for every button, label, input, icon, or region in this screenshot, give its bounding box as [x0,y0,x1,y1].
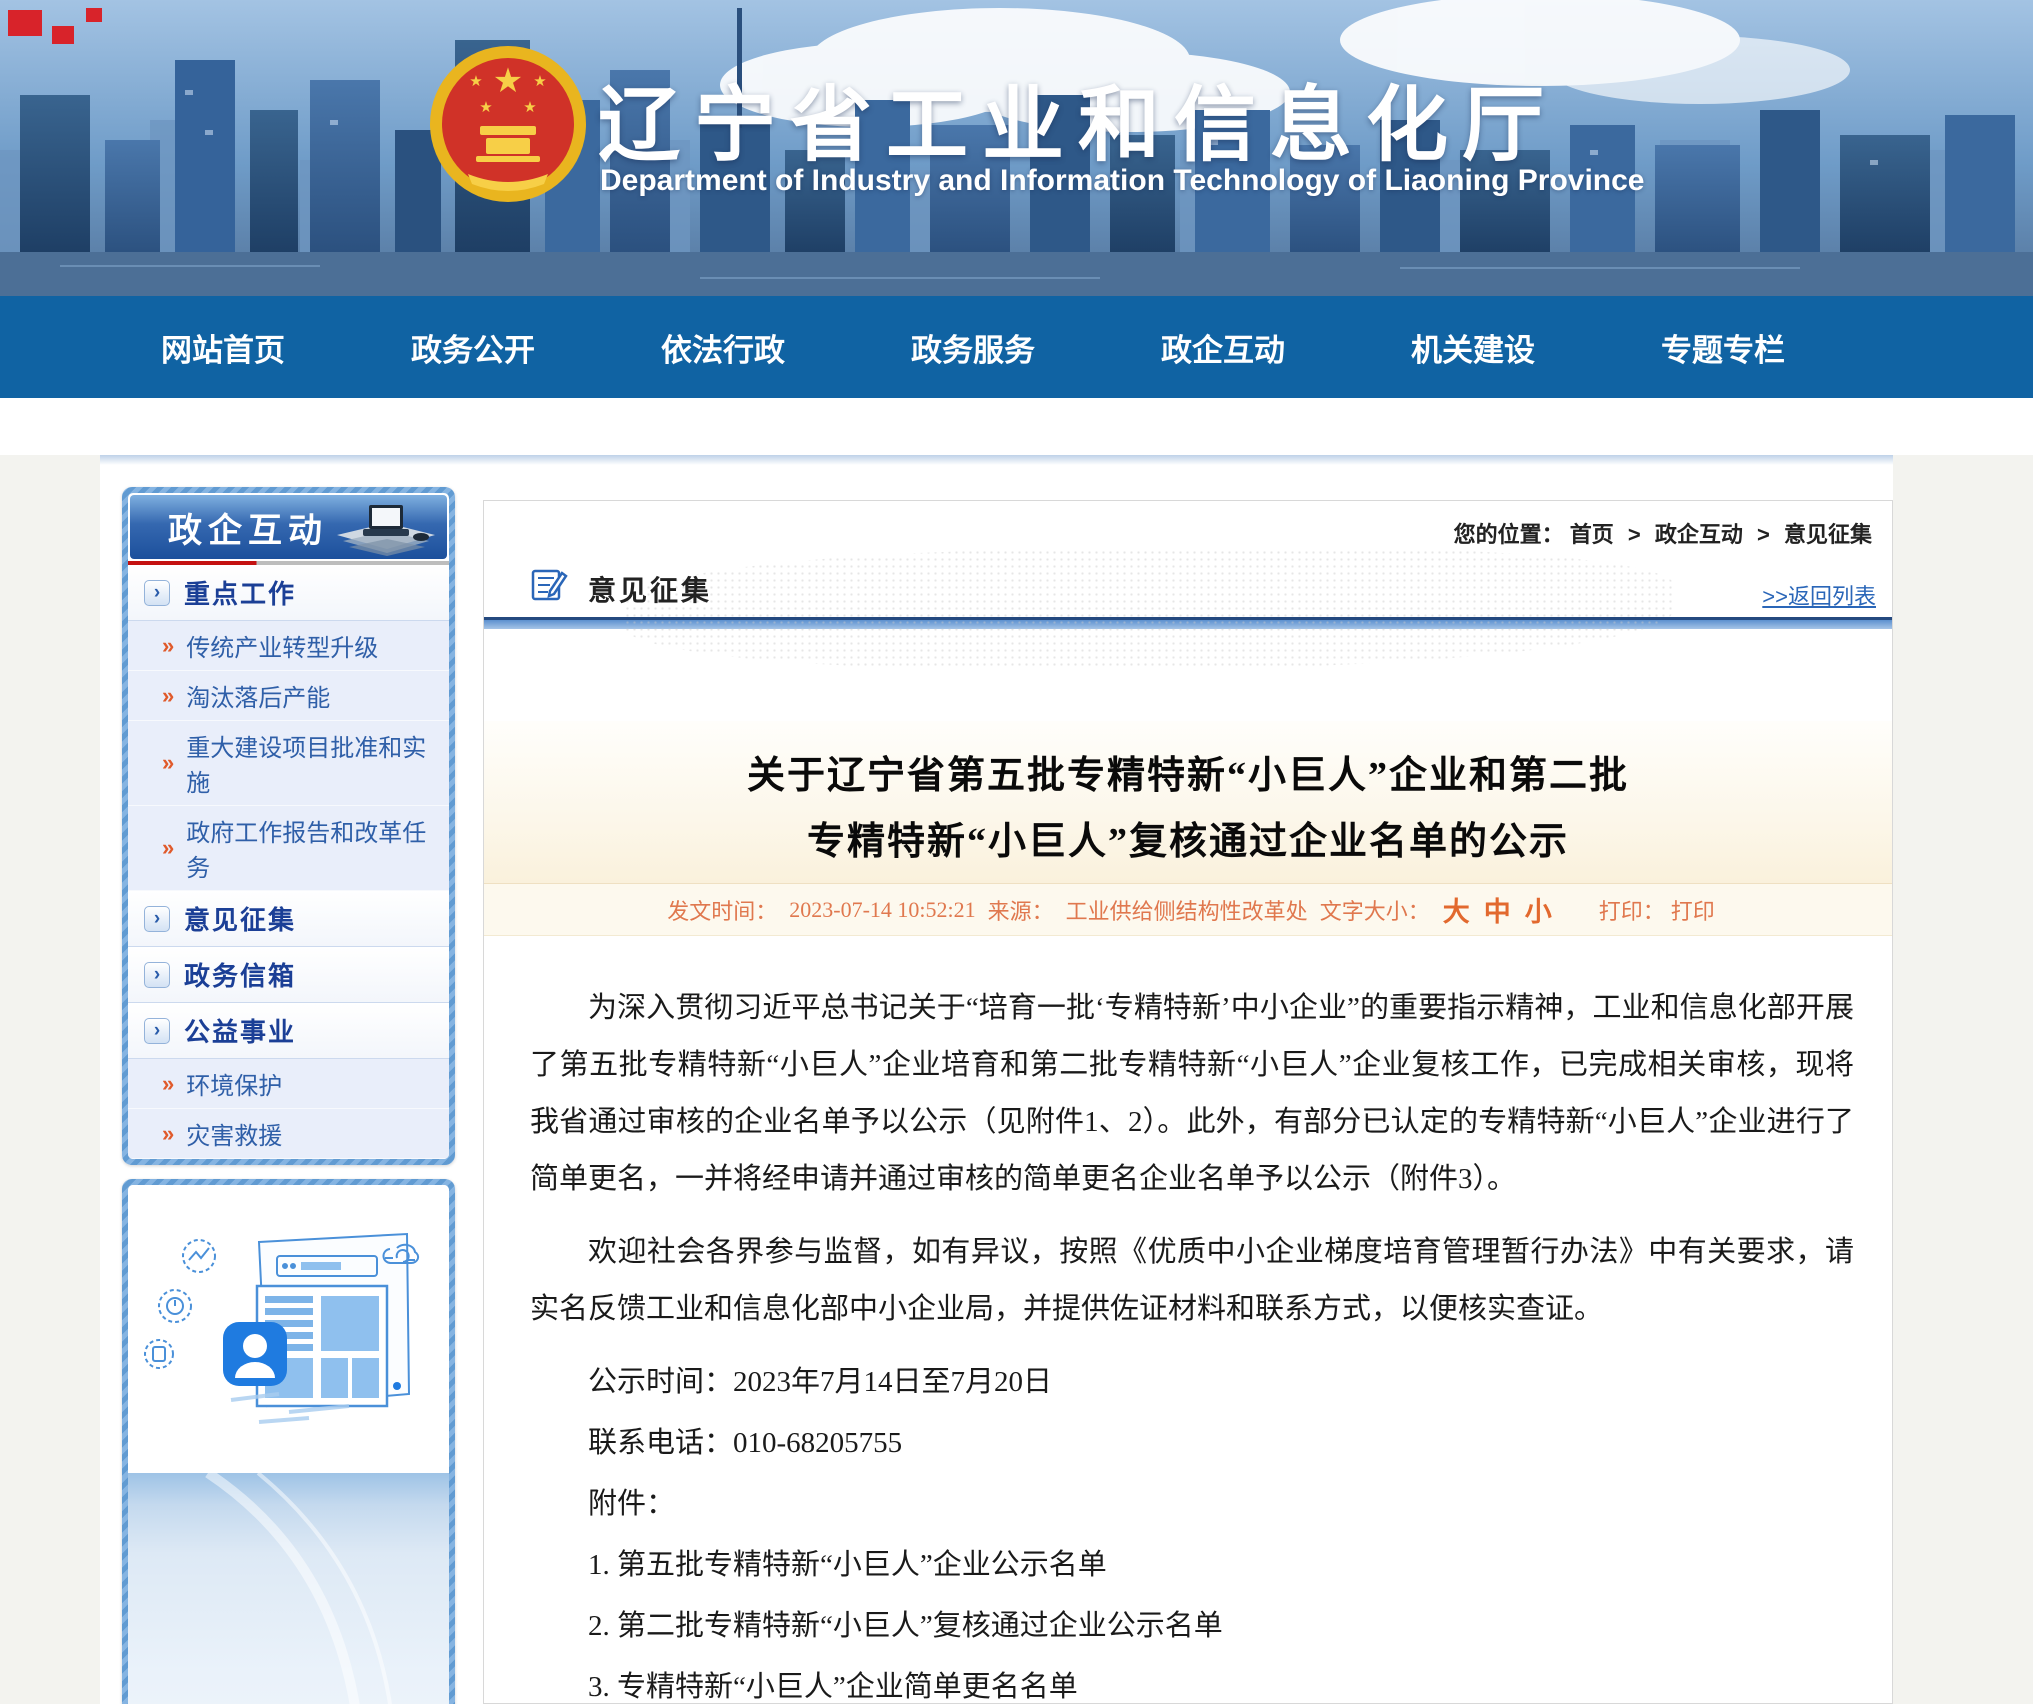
back-to-list-link[interactable]: >>返回列表 [1762,579,1876,611]
divider [484,620,1892,629]
article-title-block: 关于辽宁省第五批专精特新“小巨人”企业和第二批 专精特新“小巨人”复核通过企业名… [484,721,1892,884]
contact-phone: 联系电话：010-68205755 [530,1415,1854,1472]
sidebar: 政企互动 › 重点工作 [122,487,455,1704]
attachment-item-1[interactable]: 1. 第五批专精特新“小巨人”企业公示名单 [530,1537,1854,1594]
fontsize-large-button[interactable]: 大 [1443,890,1470,929]
chevron-right-icon: › [144,962,170,988]
double-arrow-icon: » [162,633,174,659]
sidebar-illustration-box [122,1179,455,1704]
svg-text:★: ★ [533,73,546,90]
fontsize-label: 文字大小： [1320,894,1430,926]
sidebar-menu-box: 政企互动 › 重点工作 [122,487,455,1165]
site-banner: ★ ★ ★ ★ ★ 辽宁省工业和信息化厅 Department of Indus… [0,0,2033,296]
publish-time-label: 发文时间： [667,894,777,926]
nav-item-law-admin[interactable]: 依法行政 [598,325,848,370]
breadcrumb-separator: > [1757,522,1770,547]
section-title: 意见征集 [588,569,712,609]
site-title: 辽宁省工业和信息化厅 [598,58,1558,177]
chevron-right-icon: › [144,580,170,606]
publicity-period: 公示时间：2023年7月14日至7月20日 [530,1354,1854,1411]
print-label: 打印： [1599,894,1665,926]
sidebar-item-major-projects[interactable]: » 重大建设项目批准和实施 [128,721,449,806]
sidebar-header-title: 政企互动 [130,503,328,552]
page-background: 政企互动 › 重点工作 [0,455,2033,1704]
computer-desk-icon [317,501,437,557]
section-header: 意见征集 >>返回列表 [484,549,1892,613]
breadcrumb-gov-enterprise[interactable]: 政企互动 [1655,522,1743,547]
breadcrumb-separator: > [1628,522,1641,547]
article-title-line2: 专精特新“小巨人”复核通过企业名单的公示 [484,809,1892,875]
svg-text:★: ★ [479,99,492,116]
sidebar-item-gov-mailbox[interactable]: › 政务信箱 [128,947,449,1003]
breadcrumb-prefix: 您的位置： [1454,522,1564,547]
web-service-illustration [139,1194,439,1464]
source-value: 工业供给侧结构性改革处 [1066,894,1308,926]
china-national-emblem-icon: ★ ★ ★ ★ ★ [424,34,592,220]
fontsize-medium-button[interactable]: 中 [1484,890,1511,929]
nav-item-special-topics[interactable]: 专题专栏 [1598,325,1848,370]
double-arrow-icon: » [162,683,174,709]
nav-item-org-building[interactable]: 机关建设 [1348,325,1598,370]
double-arrow-icon: » [162,835,174,861]
publish-time-value: 2023-07-14 10:52:21 [789,897,975,923]
site-subtitle-en: Department of Industry and Information T… [600,164,1645,198]
double-arrow-icon: » [162,750,174,776]
edit-note-icon [530,565,568,603]
attachment-item-2[interactable]: 2. 第二批专精特新“小巨人”复核通过企业公示名单 [530,1598,1854,1655]
double-arrow-icon: » [162,1071,174,1097]
nav-item-home[interactable]: 网站首页 [98,325,348,370]
content-wrapper: 政企互动 › 重点工作 [100,455,1893,1704]
chevron-right-icon: › [144,1018,170,1044]
sidebar-header: 政企互动 [130,495,447,559]
article-paragraph: 为深入贯彻习近平总书记关于“培育一批‘专精特新’中小企业”的重要指示精神，工业和… [530,980,1854,1208]
content-top-gradient [100,455,1893,465]
sidebar-gradient-panel [128,1473,449,1704]
article-meta-bar: 发文时间： 2023-07-14 10:52:21 来源： 工业供给侧结构性改革… [484,884,1892,936]
nav-item-gov-enterprise[interactable]: 政企互动 [1098,325,1348,370]
sidebar-item-disaster-relief[interactable]: » 灾害救援 [128,1109,449,1159]
attachment-item-3[interactable]: 3. 专精特新“小巨人”企业简单更名名单 [530,1659,1854,1704]
sidebar-item-public-welfare[interactable]: › 公益事业 [128,1003,449,1059]
svg-text:★: ★ [493,62,523,100]
sidebar-item-industry-upgrade[interactable]: » 传统产业转型升级 [128,621,449,671]
sidebar-item-gov-report-reform[interactable]: » 政府工作报告和改革任务 [128,806,449,891]
sidebar-item-eliminate-capacity[interactable]: » 淘汰落后产能 [128,671,449,721]
article-title-line1: 关于辽宁省第五批专精特新“小巨人”企业和第二批 [484,743,1892,809]
main-navigation: 网站首页 政务公开 依法行政 政务服务 政企互动 机关建设 专题专栏 [0,296,2033,398]
fontsize-small-button[interactable]: 小 [1525,890,1552,929]
double-arrow-icon: » [162,1121,174,1147]
print-button[interactable]: 打印 [1671,894,1715,926]
spacer [484,629,1892,721]
nav-item-gov-affairs[interactable]: 政务公开 [348,325,598,370]
main-panel: 您的位置： 首页 > 政企互动 > 意见征集 意见征集 >>返回列表 关于辽宁省… [483,500,1893,1704]
svg-text:★: ★ [469,73,482,90]
article-body: 为深入贯彻习近平总书记关于“培育一批‘专精特新’中小企业”的重要指示精神，工业和… [484,936,1892,1704]
nav-item-services[interactable]: 政务服务 [848,325,1098,370]
source-label: 来源： [988,894,1054,926]
breadcrumb-home[interactable]: 首页 [1570,522,1614,547]
breadcrumb: 您的位置： 首页 > 政企互动 > 意见征集 [484,501,1892,549]
article-paragraph: 欢迎社会各界参与监督，如有异议，按照《优质中小企业梯度培育管理暂行办法》中有关要… [530,1224,1854,1338]
sidebar-item-opinion-collection[interactable]: › 意见征集 [128,891,449,947]
attachments-label: 附件： [530,1476,1854,1533]
chevron-right-icon: › [144,906,170,932]
sidebar-item-environment[interactable]: » 环境保护 [128,1059,449,1109]
spacer [0,398,2033,455]
sidebar-item-key-work[interactable]: › 重点工作 [128,565,449,621]
breadcrumb-current-page[interactable]: 意见征集 [1784,522,1872,547]
svg-text:★: ★ [523,99,536,116]
